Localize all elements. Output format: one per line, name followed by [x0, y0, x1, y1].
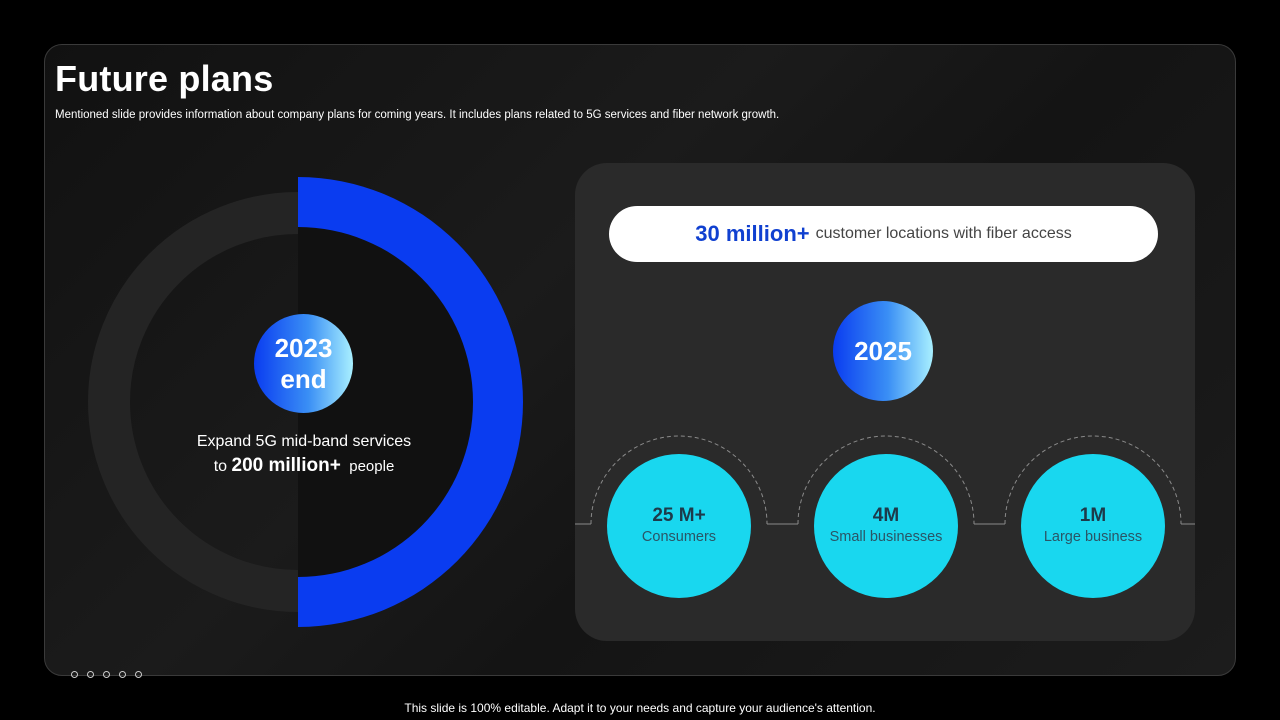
slide-title: Future plans	[55, 58, 274, 99]
plan-highlight: 200 million+	[231, 455, 341, 476]
badge-2025-label: 2025	[854, 335, 912, 366]
badge-period: end	[280, 363, 327, 394]
plan-line-2: to 200 million+ people	[180, 454, 428, 479]
stat-value: 25 M+	[652, 505, 706, 526]
badge-year: 2023	[274, 332, 333, 363]
stat-label: Consumers	[641, 529, 717, 545]
indicator-dot	[103, 671, 110, 678]
plan-suffix: people	[349, 458, 395, 475]
slide-indicator-dots	[71, 671, 142, 678]
stat-consumers: 25 M+ Consumers	[607, 454, 751, 598]
stat-label: Small businesses	[829, 529, 943, 545]
plan-line-1: Expand 5G mid-band services	[196, 433, 412, 450]
fiber-access-pill: 30 million+ customer locations with fibe…	[609, 206, 1158, 262]
fiber-highlight: 30 million+	[695, 221, 810, 246]
indicator-dot	[135, 671, 142, 678]
slide-subtitle: Mentioned slide provides information abo…	[55, 109, 780, 121]
stat-value: 4M	[872, 505, 900, 526]
plan-prefix: to	[213, 458, 228, 475]
indicator-dot	[119, 671, 126, 678]
indicator-dot	[87, 671, 94, 678]
stat-value: 1M	[1079, 505, 1107, 526]
5g-plan-text: Expand 5G mid-band services to 200 milli…	[180, 430, 428, 479]
year-2025-badge: 2025	[833, 301, 933, 401]
year-2023-badge: 2023 end	[254, 314, 353, 413]
stat-large-business: 1M Large business	[1021, 454, 1165, 598]
fiber-text: customer locations with fiber access	[815, 225, 1072, 242]
footer-note: This slide is 100% editable. Adapt it to…	[404, 701, 876, 715]
stat-label: Large business	[1043, 529, 1143, 545]
indicator-dot	[71, 671, 78, 678]
stat-small-businesses: 4M Small businesses	[814, 454, 958, 598]
